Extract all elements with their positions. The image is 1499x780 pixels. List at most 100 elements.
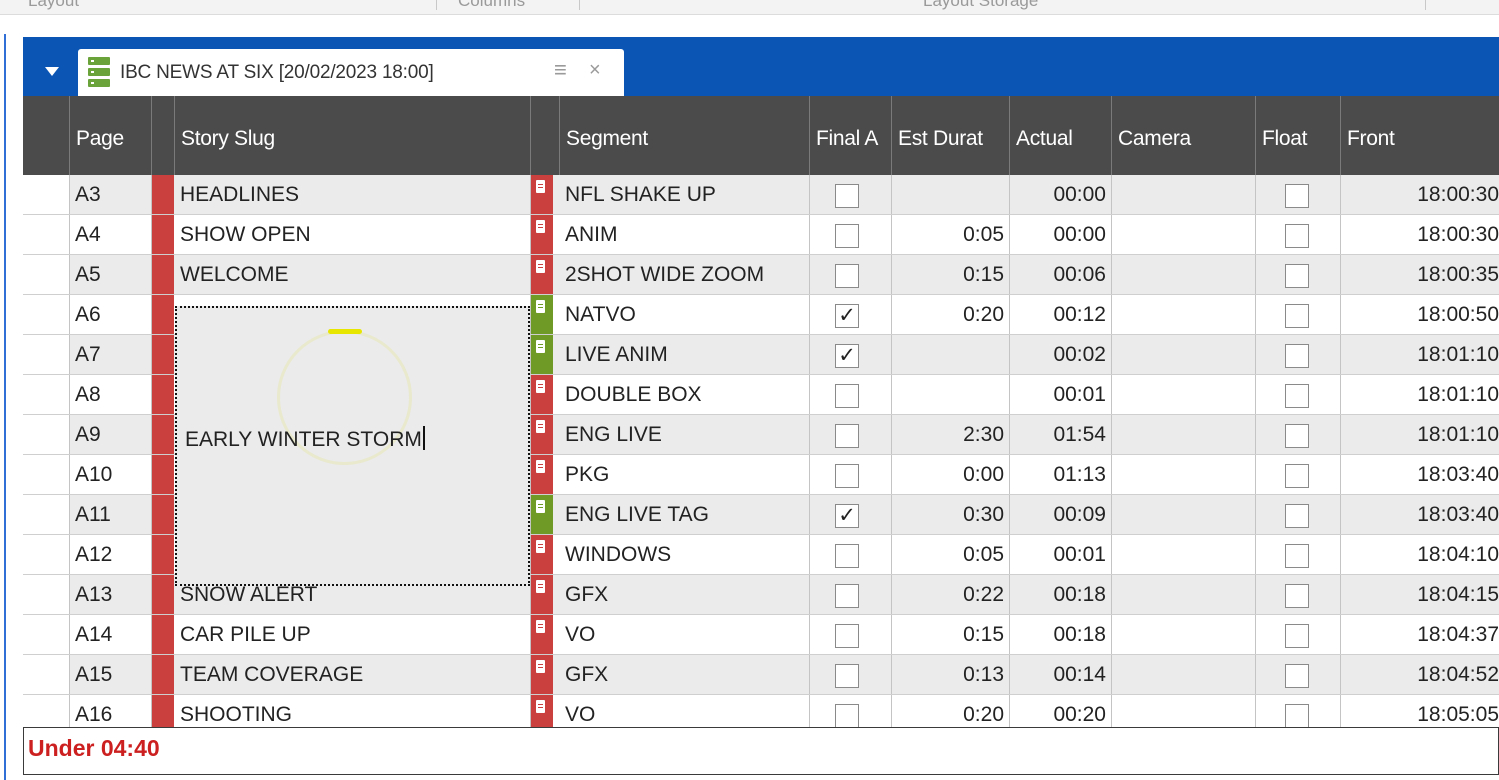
header-final-approval[interactable]: Final A xyxy=(810,96,892,182)
row-selector[interactable] xyxy=(23,375,70,414)
camera-cell[interactable] xyxy=(1112,335,1256,374)
header-front[interactable]: Front xyxy=(1341,96,1499,182)
page-cell[interactable]: A10 xyxy=(70,455,152,494)
page-cell[interactable]: A9 xyxy=(70,415,152,454)
camera-cell[interactable] xyxy=(1112,375,1256,414)
ribbon-layout-storage-label[interactable]: Layout Storage xyxy=(923,0,1038,11)
float-checkbox[interactable] xyxy=(1285,584,1309,608)
camera-cell[interactable] xyxy=(1112,415,1256,454)
row-selector[interactable] xyxy=(23,455,70,494)
float-checkbox[interactable] xyxy=(1285,304,1309,328)
camera-cell[interactable] xyxy=(1112,455,1256,494)
actual-cell[interactable]: 01:54 xyxy=(1010,415,1112,454)
front-time-cell[interactable]: 18:00:30 xyxy=(1341,215,1499,254)
row-selector[interactable] xyxy=(23,695,70,727)
est-duration-cell[interactable] xyxy=(892,335,1010,374)
camera-cell[interactable] xyxy=(1112,575,1256,614)
tab-menu-icon[interactable]: ≡ xyxy=(554,57,567,83)
front-time-cell[interactable]: 18:00:50 xyxy=(1341,295,1499,334)
actual-cell[interactable]: 00:18 xyxy=(1010,575,1112,614)
segment-status-marker[interactable] xyxy=(531,495,553,534)
table-row[interactable]: A16 SHOOTING VO 0:20 00:20 18:05:05 xyxy=(23,695,1499,727)
final-approval-checkbox[interactable] xyxy=(835,584,859,608)
row-selector[interactable] xyxy=(23,295,70,334)
segment-cell[interactable]: 2SHOT WIDE ZOOM xyxy=(560,255,810,294)
story-slug-cell[interactable]: TEAM COVERAGE xyxy=(175,655,531,694)
est-duration-cell[interactable]: 0:15 xyxy=(892,615,1010,654)
actual-cell[interactable]: 00:00 xyxy=(1010,175,1112,214)
segment-status-marker[interactable] xyxy=(531,215,553,254)
est-duration-cell[interactable]: 0:20 xyxy=(892,695,1010,727)
float-checkbox[interactable] xyxy=(1285,464,1309,488)
segment-cell[interactable]: ENG LIVE TAG xyxy=(560,495,810,534)
camera-cell[interactable] xyxy=(1112,615,1256,654)
header-marker[interactable] xyxy=(152,96,175,182)
segment-cell[interactable]: DOUBLE BOX xyxy=(560,375,810,414)
page-cell[interactable]: A5 xyxy=(70,255,152,294)
camera-cell[interactable] xyxy=(1112,695,1256,727)
est-duration-cell[interactable]: 0:15 xyxy=(892,255,1010,294)
table-row[interactable]: A5 WELCOME 2SHOT WIDE ZOOM 0:15 00:06 18:00:3… xyxy=(23,255,1499,295)
segment-status-marker[interactable] xyxy=(531,455,553,494)
header-segment[interactable]: Segment xyxy=(560,96,810,182)
table-row[interactable]: A4 SHOW OPEN ANIM 0:05 00:00 18:00:30 xyxy=(23,215,1499,255)
segment-status-marker[interactable] xyxy=(531,295,553,334)
segment-status-marker[interactable] xyxy=(531,655,553,694)
est-duration-cell[interactable]: 0:20 xyxy=(892,295,1010,334)
actual-cell[interactable]: 00:01 xyxy=(1010,535,1112,574)
actual-cell[interactable]: 00:20 xyxy=(1010,695,1112,727)
camera-cell[interactable] xyxy=(1112,255,1256,294)
final-approval-checkbox[interactable] xyxy=(835,264,859,288)
segment-status-marker[interactable] xyxy=(531,695,553,727)
front-time-cell[interactable]: 18:00:35 xyxy=(1341,255,1499,294)
actual-cell[interactable]: 00:18 xyxy=(1010,615,1112,654)
row-selector[interactable] xyxy=(23,615,70,654)
row-selector[interactable] xyxy=(23,655,70,694)
row-selector[interactable] xyxy=(23,215,70,254)
collapse-arrow-icon[interactable] xyxy=(45,67,59,76)
story-slug-cell[interactable]: CAR PILE UP xyxy=(175,615,531,654)
row-selector[interactable] xyxy=(23,335,70,374)
story-slug-cell[interactable]: SHOOTING xyxy=(175,695,531,727)
page-cell[interactable]: A8 xyxy=(70,375,152,414)
front-time-cell[interactable]: 18:05:05 xyxy=(1341,695,1499,727)
front-time-cell[interactable]: 18:00:30 xyxy=(1341,175,1499,214)
actual-cell[interactable]: 00:12 xyxy=(1010,295,1112,334)
actual-cell[interactable]: 01:13 xyxy=(1010,455,1112,494)
segment-cell[interactable]: ENG LIVE xyxy=(560,415,810,454)
float-checkbox[interactable] xyxy=(1285,664,1309,688)
final-approval-checkbox[interactable] xyxy=(835,624,859,648)
est-duration-cell[interactable]: 0:00 xyxy=(892,455,1010,494)
float-checkbox[interactable] xyxy=(1285,504,1309,528)
est-duration-cell[interactable]: 2:30 xyxy=(892,415,1010,454)
float-checkbox[interactable] xyxy=(1285,184,1309,208)
segment-status-marker[interactable] xyxy=(531,335,553,374)
page-cell[interactable]: A4 xyxy=(70,215,152,254)
segment-status-marker[interactable] xyxy=(531,615,553,654)
camera-cell[interactable] xyxy=(1112,655,1256,694)
float-checkbox[interactable] xyxy=(1285,224,1309,248)
story-slug-cell[interactable]: HEADLINES xyxy=(175,175,531,214)
story-slug-editor[interactable]: EARLY WINTER STORM xyxy=(175,306,530,586)
est-duration-cell[interactable]: 0:05 xyxy=(892,535,1010,574)
ribbon-columns-label[interactable]: Columns xyxy=(458,0,525,11)
header-page[interactable]: Page xyxy=(70,96,152,182)
actual-cell[interactable]: 00:09 xyxy=(1010,495,1112,534)
header-actual[interactable]: Actual xyxy=(1010,96,1112,182)
camera-cell[interactable] xyxy=(1112,535,1256,574)
camera-cell[interactable] xyxy=(1112,495,1256,534)
page-cell[interactable]: A6 xyxy=(70,295,152,334)
final-approval-checkbox[interactable]: ✓ xyxy=(835,304,859,328)
front-time-cell[interactable]: 18:04:10 xyxy=(1341,535,1499,574)
row-selector[interactable] xyxy=(23,575,70,614)
segment-cell[interactable]: PKG xyxy=(560,455,810,494)
front-time-cell[interactable]: 18:01:10 xyxy=(1341,375,1499,414)
segment-cell[interactable]: ANIM xyxy=(560,215,810,254)
header-est-duration[interactable]: Est Durat xyxy=(892,96,1010,182)
final-approval-checkbox[interactable] xyxy=(835,384,859,408)
segment-cell[interactable]: GFX xyxy=(560,575,810,614)
page-cell[interactable]: A15 xyxy=(70,655,152,694)
table-row[interactable]: A15 TEAM COVERAGE GFX 0:13 00:14 18:04:52 xyxy=(23,655,1499,695)
segment-cell[interactable]: VO xyxy=(560,695,810,727)
segment-cell[interactable]: NATVO xyxy=(560,295,810,334)
